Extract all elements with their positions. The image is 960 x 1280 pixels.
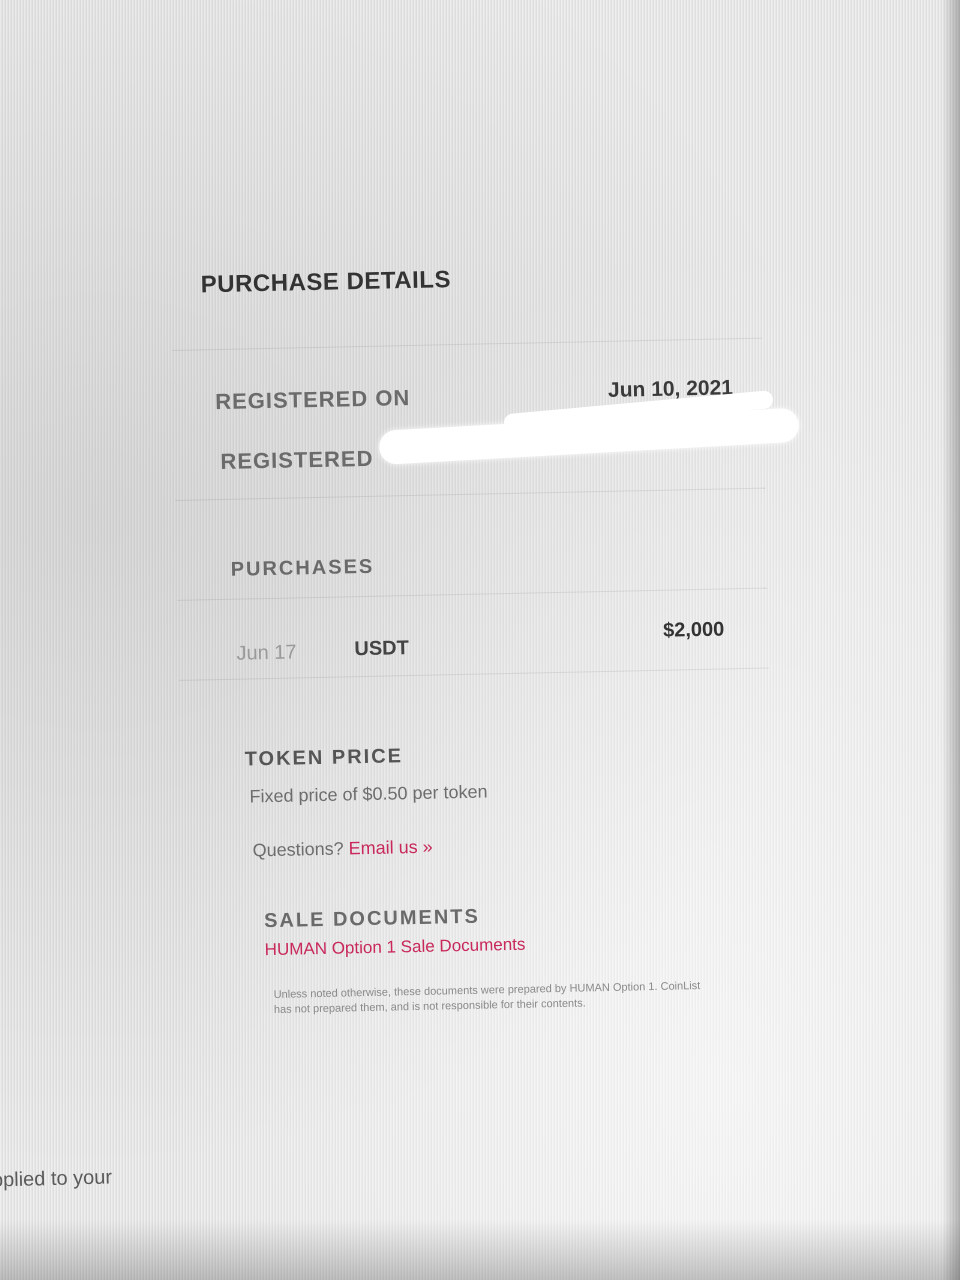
- divider: [177, 587, 768, 601]
- registered-on-label: REGISTERED ON: [214, 385, 411, 415]
- token-price-title: TOKEN PRICE: [244, 745, 404, 771]
- divider: [175, 487, 766, 501]
- questions-line: Questions? Email us »: [252, 837, 433, 862]
- sale-documents-disclaimer: Unless noted otherwise, these documents …: [273, 980, 701, 1016]
- purchases-title: PURCHASES: [230, 555, 375, 581]
- sale-documents-link[interactable]: HUMAN Option 1 Sale Documents: [264, 935, 525, 960]
- email-us-link[interactable]: Email us »: [348, 837, 432, 859]
- purchase-date: Jun 17: [236, 641, 297, 665]
- divider: [179, 667, 769, 681]
- purchase-row: Jun 17 USDT $2,000: [170, 237, 770, 664]
- questions-text: Questions?: [252, 838, 344, 861]
- purchase-details-panel: PURCHASE DETAILS REGISTERED ON Jun 10, 2…: [170, 237, 800, 1079]
- purchase-details-title: PURCHASE DETAILS: [200, 266, 452, 299]
- purchase-amount: $2,000: [662, 618, 725, 642]
- monitor-edge: [942, 0, 960, 1280]
- purchase-currency: USDT: [354, 637, 410, 661]
- background-page-text: pplied to your: [0, 1166, 113, 1192]
- monitor-edge: [0, 1220, 960, 1280]
- token-price-description: Fixed price of $0.50 per token: [249, 781, 488, 807]
- sale-documents-title: SALE DOCUMENTS: [263, 905, 481, 933]
- divider: [172, 337, 762, 351]
- registered-with-label: REGISTERED: [220, 445, 374, 474]
